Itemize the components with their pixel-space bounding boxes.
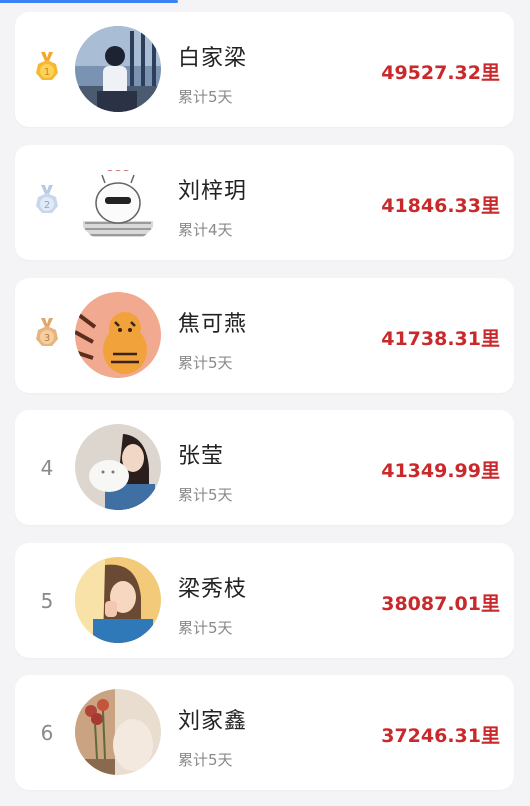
user-name: 白家梁	[178, 46, 248, 71]
distance-value: 41349.99里	[381, 460, 500, 482]
rank-number: 4	[40, 455, 54, 480]
days-count: 累计5天	[178, 619, 233, 637]
bronze-medal-icon: 3	[36, 318, 58, 346]
silver-medal-icon: 2	[36, 185, 58, 213]
rank-number: 5	[40, 588, 54, 613]
ranking-row[interactable]: 4 张莹 累计5天 41349.99里	[15, 410, 514, 525]
rank-number: 6	[40, 720, 54, 745]
user-name: 焦可燕	[178, 312, 248, 337]
medal-rank-text: 2	[44, 200, 50, 211]
avatar[interactable]	[75, 292, 161, 378]
days-count: 累计5天	[178, 88, 233, 106]
ranking-row[interactable]: 3 焦可燕 累计5天 41738.31里	[15, 278, 514, 393]
avatar[interactable]	[75, 424, 161, 510]
ranking-row[interactable]: 5 梁秀枝 累计5天 38087.01里	[15, 543, 514, 658]
days-count: 累计5天	[178, 751, 233, 769]
days-count: 累计5天	[178, 486, 233, 504]
ranking-row[interactable]: 6 刘家鑫 累计5天 37246.31里	[15, 675, 514, 790]
ranking-row[interactable]: 1 白家梁 累计5天 49527.32里	[15, 12, 514, 127]
avatar[interactable]	[75, 26, 161, 112]
medal-rank-text: 1	[44, 67, 50, 78]
avatar[interactable]	[75, 557, 161, 643]
days-count: 累计5天	[178, 354, 233, 372]
distance-value: 41846.33里	[381, 195, 500, 217]
user-name: 刘家鑫	[178, 709, 248, 734]
distance-value: 38087.01里	[381, 593, 500, 615]
ranking-row[interactable]: 2 ~ ~ ~ 刘梓玥 累计4天 41846.33里	[15, 145, 514, 260]
avatar[interactable]: ~ ~ ~	[75, 159, 161, 245]
distance-value: 49527.32里	[381, 62, 500, 84]
avatar[interactable]	[75, 689, 161, 775]
user-name: 张莹	[178, 444, 225, 469]
active-tab-indicator	[0, 0, 178, 3]
distance-value: 37246.31里	[381, 725, 500, 747]
user-name: 刘梓玥	[178, 179, 248, 204]
medal-rank-text: 3	[44, 333, 50, 344]
distance-value: 41738.31里	[381, 328, 500, 350]
user-name: 梁秀枝	[178, 577, 248, 602]
svg-text:~ ~ ~: ~ ~ ~	[107, 167, 129, 175]
gold-medal-icon: 1	[36, 52, 58, 80]
days-count: 累计4天	[178, 221, 233, 239]
